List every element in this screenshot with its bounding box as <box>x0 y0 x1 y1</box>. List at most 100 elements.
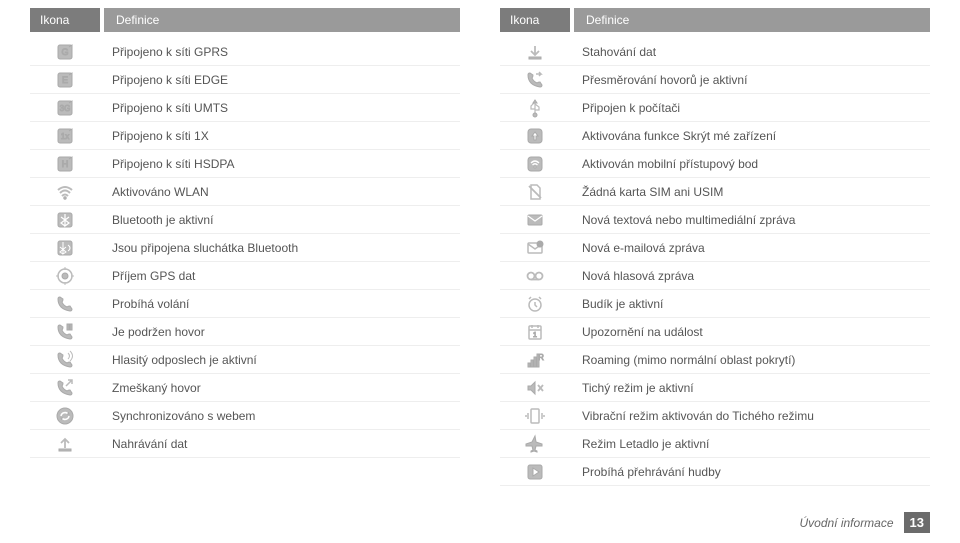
table-header: Ikona Definice <box>500 8 930 32</box>
definition-text: Aktivováno WLAN <box>100 180 460 204</box>
definition-text: Jsou připojena sluchátka Bluetooth <box>100 236 460 260</box>
table-row: Budík je aktivní <box>500 290 930 318</box>
gps-icon <box>30 266 100 286</box>
missed-icon <box>30 378 100 398</box>
table-row: Vibrační režim aktivován do Tichého reži… <box>500 402 930 430</box>
table-row: Připojeno k síti EDGE <box>30 66 460 94</box>
table-row: Zmeškaný hovor <box>30 374 460 402</box>
table-header: Ikona Definice <box>30 8 460 32</box>
ap-icon <box>500 154 570 174</box>
upload-icon <box>30 434 100 454</box>
definition-text: Probíhá přehrávání hudby <box>570 460 930 484</box>
roaming-icon <box>500 350 570 370</box>
table-row: Je podržen hovor <box>30 318 460 346</box>
table-row: Tichý režim je aktivní <box>500 374 930 402</box>
definition-text: Zmeškaný hovor <box>100 376 460 400</box>
definition-text: Připojen k počítači <box>570 96 930 120</box>
definition-text: Žádná karta SIM ani USIM <box>570 180 930 204</box>
definition-text: Režim Letadlo je aktivní <box>570 432 930 456</box>
table-row: Aktivováno WLAN <box>30 178 460 206</box>
call-icon <box>30 294 100 314</box>
definition-text: Vibrační režim aktivován do Tichého reži… <box>570 404 930 428</box>
table-row: Upozornění na událost <box>500 318 930 346</box>
table-row: Probíhá přehrávání hudby <box>500 458 930 486</box>
wlan-icon <box>30 182 100 202</box>
vibrate-icon <box>500 406 570 426</box>
hold-icon <box>30 322 100 342</box>
definition-text: Probíhá volání <box>100 292 460 316</box>
definition-text: Stahování dat <box>570 40 930 64</box>
umts-icon <box>30 98 100 118</box>
forward-icon <box>500 70 570 90</box>
table-row: Roaming (mimo normální oblast pokrytí) <box>500 346 930 374</box>
table-row: Režim Letadlo je aktivní <box>500 430 930 458</box>
sync-icon <box>30 406 100 426</box>
usb-icon <box>500 98 570 118</box>
header-icon: Ikona <box>30 8 100 32</box>
definition-text: Upozornění na událost <box>570 320 930 344</box>
email-icon <box>500 238 570 258</box>
definition-text: Připojeno k síti UMTS <box>100 96 460 120</box>
table-row: Nová e-mailová zpráva <box>500 234 930 262</box>
table-row: Aktivován mobilní přístupový bod <box>500 150 930 178</box>
voicemail-icon <box>500 266 570 286</box>
table-row: Probíhá volání <box>30 290 460 318</box>
definition-text: Synchronizováno s webem <box>100 404 460 428</box>
page-number: 13 <box>904 512 930 533</box>
edge-icon <box>30 70 100 90</box>
bt-icon <box>30 210 100 230</box>
table-row: Připojeno k síti 1X <box>30 122 460 150</box>
speaker-icon <box>30 350 100 370</box>
bthead-icon <box>30 238 100 258</box>
table-row: Přesměrování hovorů je aktivní <box>500 66 930 94</box>
table-row: Stahování dat <box>500 38 930 66</box>
event-icon <box>500 322 570 342</box>
table-row: Aktivována funkce Skrýt mé zařízení <box>500 122 930 150</box>
table-row: Příjem GPS dat <box>30 262 460 290</box>
hsdpa-icon <box>30 154 100 174</box>
right-column: Ikona Definice Stahování dat Přesměrování… <box>500 8 930 486</box>
table-row: Nová textová nebo multimediální zpráva <box>500 206 930 234</box>
header-definition: Definice <box>104 8 460 32</box>
left-column: Ikona Definice Připojeno k síti GPRS Přip… <box>30 8 460 486</box>
page-footer: Úvodní informace 13 <box>799 512 930 533</box>
definition-text: Připojeno k síti 1X <box>100 124 460 148</box>
definition-text: Připojeno k síti GPRS <box>100 40 460 64</box>
definition-text: Aktivována funkce Skrýt mé zařízení <box>570 124 930 148</box>
table-row: Hlasitý odposlech je aktivní <box>30 346 460 374</box>
definition-text: Nová textová nebo multimediální zpráva <box>570 208 930 232</box>
table-row: Jsou připojena sluchátka Bluetooth <box>30 234 460 262</box>
header-icon: Ikona <box>500 8 570 32</box>
definition-text: Nahrávání dat <box>100 432 460 456</box>
table-row: Nahrávání dat <box>30 430 460 458</box>
download-icon <box>500 42 570 62</box>
definition-text: Přesměrování hovorů je aktivní <box>570 68 930 92</box>
definition-text: Nová e-mailová zpráva <box>570 236 930 260</box>
table-row: Synchronizováno s webem <box>30 402 460 430</box>
gprs-icon <box>30 42 100 62</box>
definition-text: Připojeno k síti EDGE <box>100 68 460 92</box>
definition-text: Tichý režim je aktivní <box>570 376 930 400</box>
table-row: Připojeno k síti HSDPA <box>30 150 460 178</box>
alarm-icon <box>500 294 570 314</box>
definition-text: Nová hlasová zpráva <box>570 264 930 288</box>
table-row: Připojeno k síti UMTS <box>30 94 460 122</box>
definition-text: Budík je aktivní <box>570 292 930 316</box>
onex-icon <box>30 126 100 146</box>
definition-text: Připojeno k síti HSDPA <box>100 152 460 176</box>
sms-icon <box>500 210 570 230</box>
definition-text: Roaming (mimo normální oblast pokrytí) <box>570 348 930 372</box>
nosim-icon <box>500 182 570 202</box>
definition-text: Příjem GPS dat <box>100 264 460 288</box>
definition-text: Hlasitý odposlech je aktivní <box>100 348 460 372</box>
play-icon <box>500 462 570 482</box>
definition-text: Je podržen hovor <box>100 320 460 344</box>
table-row: Nová hlasová zpráva <box>500 262 930 290</box>
airplane-icon <box>500 434 570 454</box>
table-row: Žádná karta SIM ani USIM <box>500 178 930 206</box>
table-row: Připojen k počítači <box>500 94 930 122</box>
definition-text: Bluetooth je aktivní <box>100 208 460 232</box>
table-row: Bluetooth je aktivní <box>30 206 460 234</box>
hide-icon <box>500 126 570 146</box>
header-definition: Definice <box>574 8 930 32</box>
